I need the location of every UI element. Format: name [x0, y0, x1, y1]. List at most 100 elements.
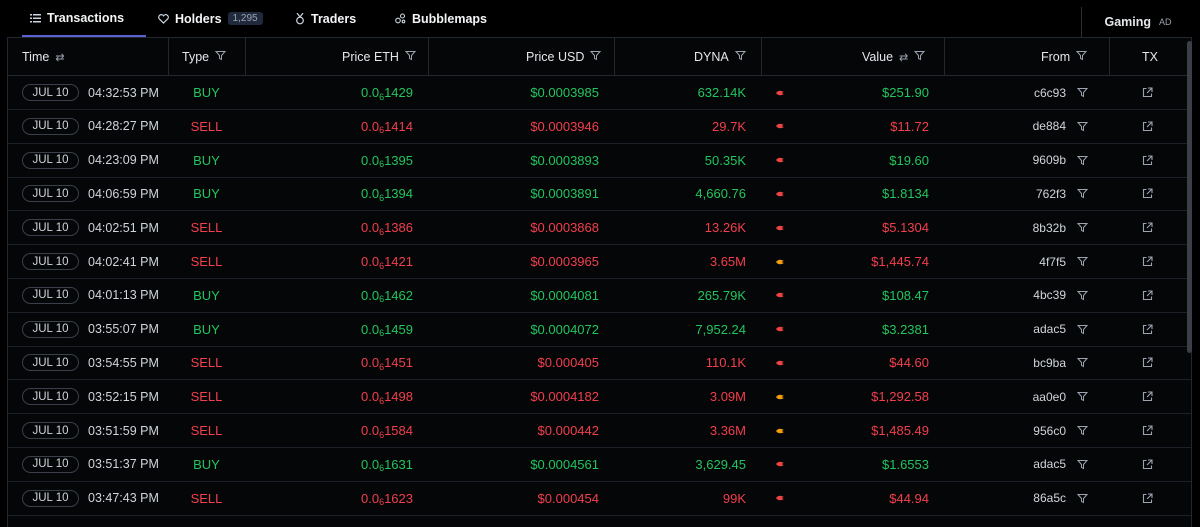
filter-icon[interactable] — [1077, 313, 1088, 346]
tx-type: SELL — [190, 423, 223, 438]
table-row[interactable]: JUL 10 04:01:13 PM BUY 0.0 6 1462 $0.00040… — [8, 279, 1191, 313]
tab-traders[interactable]: Traders — [295, 0, 356, 37]
table-row[interactable]: JUL 10 03:55:07 PM BUY 0.0 6 1459 $0.00040… — [8, 313, 1191, 347]
filter-icon[interactable] — [1077, 279, 1088, 312]
from-address[interactable]: 4f7f5 — [1039, 245, 1066, 278]
from-address[interactable]: 9609b — [1033, 144, 1066, 177]
ad-gaming[interactable]: Gaming AD — [1081, 7, 1194, 37]
table-row[interactable]: JUL 10 03:51:59 PM SELL 0.0 6 1584 $0.0004… — [8, 414, 1191, 448]
tx-time: 03:52:15 PM — [88, 389, 159, 404]
filter-icon[interactable] — [1076, 50, 1088, 64]
price-eth-digits: 1462 — [384, 287, 413, 303]
external-link-icon[interactable] — [1142, 482, 1153, 515]
tab-bar: Transactions Holders 1,295 Traders Bubbl… — [0, 0, 1200, 37]
col-price-eth[interactable]: Price ETH — [342, 38, 417, 76]
tab-bubblemaps[interactable]: Bubblemaps — [395, 0, 487, 37]
col-time[interactable]: Time ⇄ — [22, 38, 65, 76]
price-usd: $0.0003985 — [530, 85, 599, 100]
external-link-icon[interactable] — [1142, 245, 1153, 278]
filter-icon[interactable] — [404, 50, 417, 64]
col-from[interactable]: From — [1041, 38, 1088, 76]
from-address[interactable]: 8b32b — [1033, 211, 1066, 244]
tx-time: 04:06:59 PM — [88, 186, 159, 201]
external-link-icon[interactable] — [1142, 76, 1153, 109]
external-link-icon[interactable] — [1142, 279, 1153, 312]
tab-transactions[interactable]: Transactions — [22, 0, 147, 37]
from-address[interactable]: aa0e0 — [1033, 380, 1066, 413]
scrollbar[interactable] — [1187, 41, 1192, 353]
external-link-icon[interactable] — [1142, 346, 1153, 379]
filter-icon[interactable] — [1077, 414, 1088, 447]
filter-icon[interactable] — [215, 50, 227, 64]
from-address[interactable]: 86a5c — [1033, 482, 1066, 515]
table-row[interactable]: JUL 10 04:02:51 PM SELL 0.0 6 1386 $0.0003… — [8, 211, 1191, 246]
table-row[interactable]: JUL 10 03:51:37 PM BUY 0.0 6 1631 $0.00045… — [8, 448, 1191, 482]
price-eth-digits: 1394 — [384, 186, 413, 202]
tx-type: SELL — [190, 118, 223, 134]
external-link-icon[interactable] — [1142, 144, 1153, 177]
external-link-icon[interactable] — [1142, 211, 1153, 244]
from-address[interactable]: bc9ba — [1033, 346, 1066, 379]
filter-icon[interactable] — [1077, 211, 1088, 244]
tx-type: SELL — [190, 254, 223, 269]
tx-value: $1,485.49 — [871, 423, 929, 438]
token-amount: 3.09M — [709, 389, 746, 405]
price-eth-digits: 1429 — [384, 85, 413, 100]
from-address[interactable]: adac5 — [1033, 313, 1066, 346]
table-row[interactable]: JUL 10 03:54:55 PM SELL 0.0 6 1451 $0.0004… — [8, 346, 1191, 381]
from-address[interactable]: 956c0 — [1033, 414, 1066, 447]
swap-source-icon — [775, 346, 785, 379]
table-row[interactable]: JUL 10 04:32:53 PM BUY 0.0 6 1429 $0.00039… — [8, 76, 1191, 110]
price-eth-digits: 1584 — [384, 423, 413, 438]
filter-icon[interactable] — [914, 50, 926, 64]
filter-icon[interactable] — [1077, 482, 1088, 515]
tab-holders[interactable]: Holders 1,295 — [158, 0, 263, 37]
from-address[interactable]: c6c93 — [1034, 76, 1066, 109]
tx-type: BUY — [193, 456, 220, 472]
date-badge: JUL 10 — [22, 151, 79, 169]
col-price-usd[interactable]: Price USD — [526, 38, 602, 76]
table-row[interactable]: JUL 10 03:52:15 PM SELL 0.0 6 1498 $0.0004… — [8, 380, 1191, 415]
from-address[interactable]: 762f3 — [1036, 177, 1066, 210]
filter-icon[interactable] — [1077, 346, 1088, 379]
filter-icon[interactable] — [590, 50, 602, 64]
filter-icon[interactable] — [1077, 448, 1088, 481]
tx-time: 03:54:55 PM — [88, 355, 159, 370]
tab-transactions-label: Transactions — [47, 10, 125, 25]
filter-icon[interactable] — [734, 50, 746, 64]
table-row[interactable]: JUL 10 04:02:41 PM SELL 0.0 6 1421 $0.0003… — [8, 245, 1191, 279]
external-link-icon[interactable] — [1142, 177, 1153, 210]
external-link-icon[interactable] — [1142, 448, 1153, 481]
filter-icon[interactable] — [1077, 144, 1088, 177]
external-link-icon[interactable] — [1142, 380, 1153, 413]
col-token-label: DYNA — [694, 50, 729, 64]
col-token[interactable]: DYNA — [694, 38, 746, 76]
from-address[interactable]: adac5 — [1033, 448, 1066, 481]
from-address[interactable]: 4bc39 — [1033, 279, 1066, 312]
price-eth-prefix: 0.0 — [360, 254, 380, 269]
filter-icon[interactable] — [1077, 110, 1088, 143]
table-row[interactable]: JUL 10 04:28:27 PM SELL 0.0 6 1414 $0.0003… — [8, 110, 1191, 144]
external-link-icon[interactable] — [1142, 313, 1153, 346]
col-type[interactable]: Type — [182, 38, 227, 76]
table-row[interactable]: JUL 10 03:47:43 PM SELL 0.0 6 1623 $0.0004… — [8, 482, 1191, 516]
col-value[interactable]: Value ⇄ — [862, 38, 926, 76]
swap-icon[interactable]: ⇄ — [899, 51, 908, 64]
price-eth-digits: 1623 — [384, 490, 413, 506]
swap-source-icon — [775, 144, 785, 177]
filter-icon[interactable] — [1077, 177, 1088, 210]
filter-icon[interactable] — [1077, 245, 1088, 278]
filter-icon[interactable] — [1077, 380, 1088, 413]
tx-type: BUY — [193, 287, 220, 303]
swap-icon[interactable]: ⇄ — [55, 51, 64, 64]
tx-type: BUY — [193, 152, 220, 168]
filter-icon[interactable] — [1077, 76, 1088, 109]
table-row[interactable]: JUL 10 04:23:09 PM BUY 0.0 6 1395 $0.00038… — [8, 144, 1191, 178]
tab-traders-label: Traders — [311, 11, 357, 26]
table-row[interactable]: JUL 10 04:06:59 PM BUY 0.0 6 1394 $0.00038… — [8, 177, 1191, 212]
price-eth-prefix: 0.0 — [360, 389, 380, 405]
external-link-icon[interactable] — [1142, 110, 1153, 143]
external-link-icon[interactable] — [1142, 414, 1153, 447]
token-amount: 29.7K — [712, 118, 746, 134]
from-address[interactable]: de884 — [1033, 110, 1066, 143]
